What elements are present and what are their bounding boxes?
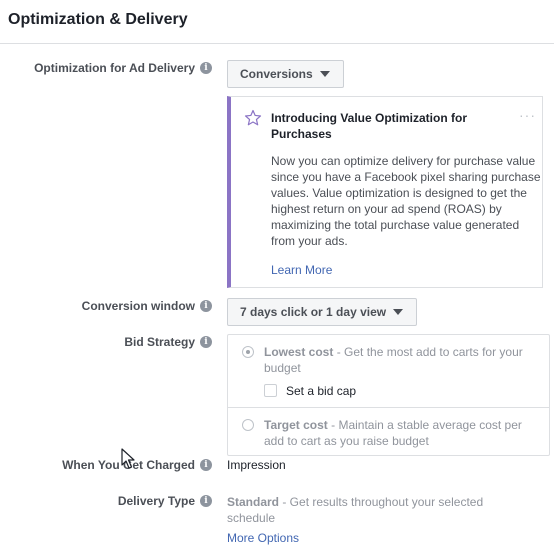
- info-icon[interactable]: i: [200, 62, 212, 74]
- caret-down-icon: [393, 309, 404, 315]
- caret-down-icon: [319, 71, 330, 77]
- bid-cap-label[interactable]: Set a bid cap: [286, 384, 356, 398]
- learn-more-link[interactable]: Learn More: [271, 263, 332, 277]
- charged-label-row: When You Get Charged i: [62, 458, 212, 472]
- conversion-window-label-row: Conversion window i: [82, 299, 212, 313]
- lowest-cost-title: Lowest cost: [264, 345, 334, 359]
- divider: [228, 407, 549, 408]
- charged-value: Impression: [227, 458, 286, 472]
- info-icon[interactable]: i: [200, 336, 212, 348]
- conversion-window-value: 7 days click or 1 day view: [240, 305, 387, 319]
- value-optimization-callout: Introducing Value Optimization for Purch…: [227, 96, 543, 288]
- info-icon[interactable]: i: [200, 459, 212, 471]
- mouse-cursor-icon: [121, 448, 135, 469]
- conversion-window-dropdown[interactable]: 7 days click or 1 day view: [227, 298, 417, 326]
- section-title: Optimization & Delivery: [8, 11, 188, 28]
- lowest-cost-option[interactable]: Lowest cost - Get the most add to carts …: [264, 344, 536, 376]
- target-cost-option[interactable]: Target cost - Maintain a stable average …: [264, 417, 536, 449]
- conversion-window-label: Conversion window: [81, 299, 195, 313]
- bid-cap-checkbox[interactable]: [264, 384, 277, 397]
- info-icon[interactable]: i: [200, 495, 212, 507]
- callout-body: Now you can optimize delivery for purcha…: [271, 154, 541, 248]
- lowest-cost-radio[interactable]: [242, 346, 254, 358]
- optimization-label: Optimization for Ad Delivery: [34, 61, 195, 75]
- delivery-type-value: Standard - Get results throughout your s…: [227, 494, 527, 526]
- more-options-link[interactable]: More Options: [227, 531, 299, 545]
- optimization-label-row: Optimization for Ad Delivery i: [34, 61, 212, 75]
- delivery-type-title: Standard: [227, 495, 280, 509]
- optimization-value: Conversions: [240, 67, 313, 81]
- target-cost-title: Target cost: [264, 418, 328, 432]
- info-icon[interactable]: i: [200, 300, 212, 312]
- star-icon: [244, 109, 262, 126]
- bid-strategy-label: Bid Strategy: [124, 335, 195, 349]
- target-cost-radio[interactable]: [242, 419, 254, 431]
- delivery-type-label-row: Delivery Type i: [118, 494, 212, 508]
- bid-strategy-label-row: Bid Strategy i: [124, 335, 212, 349]
- callout-title: Introducing Value Optimization for Purch…: [271, 111, 468, 141]
- optimization-dropdown[interactable]: Conversions: [227, 60, 344, 88]
- delivery-type-label: Delivery Type: [117, 494, 195, 508]
- section-header: Optimization & Delivery: [0, 0, 554, 44]
- bid-strategy-box: Lowest cost - Get the most add to carts …: [227, 334, 550, 456]
- more-options-icon[interactable]: ···: [519, 107, 536, 123]
